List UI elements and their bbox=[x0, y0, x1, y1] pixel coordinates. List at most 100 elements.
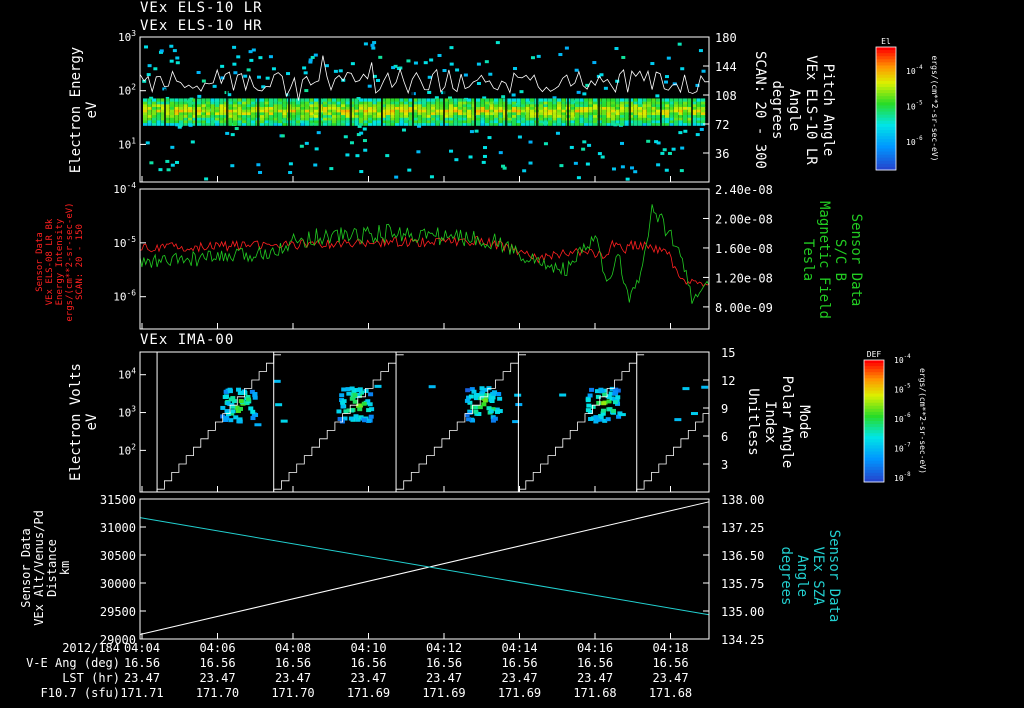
els-pixel bbox=[501, 164, 506, 168]
els-colorbar-swatch bbox=[876, 68, 896, 73]
els-pixel bbox=[507, 98, 512, 102]
dist-y-tick-label: 31000 bbox=[100, 521, 136, 535]
els-pixel bbox=[343, 135, 348, 139]
els-pixel bbox=[258, 56, 263, 60]
ima-pixel bbox=[273, 379, 281, 383]
ima-colorbar-tick: 10-5 bbox=[894, 384, 911, 395]
els-pixel bbox=[574, 68, 579, 72]
els-pixel bbox=[251, 48, 256, 52]
ima-colorbar-swatch bbox=[864, 469, 884, 474]
ima-pixel bbox=[610, 408, 616, 413]
ima-pixel bbox=[340, 400, 346, 405]
els-pixel bbox=[449, 98, 454, 102]
els-pixel bbox=[210, 98, 215, 102]
ima-pixel bbox=[468, 394, 474, 399]
els-colorbar-swatch bbox=[876, 130, 896, 134]
els-pixel bbox=[677, 42, 682, 46]
els-pixel bbox=[476, 62, 481, 66]
ima-pixel bbox=[352, 393, 358, 398]
sza-line bbox=[139, 517, 710, 616]
ima-pixel bbox=[596, 400, 602, 405]
ts-y-tick-label: 10-5 bbox=[113, 235, 136, 250]
els-pixel bbox=[265, 76, 270, 80]
els-pixel bbox=[458, 98, 463, 102]
ts-left-label-line: SCAN: 20 - 150 bbox=[75, 224, 85, 300]
els-pixel bbox=[642, 98, 647, 102]
els-pixel bbox=[646, 139, 651, 143]
lst-value: 23.47 bbox=[652, 671, 688, 685]
els-pixel bbox=[143, 98, 148, 102]
els-pixel bbox=[437, 53, 442, 57]
els-pixel bbox=[603, 86, 608, 90]
els-pixel bbox=[175, 61, 180, 65]
ima-colorbar-swatch bbox=[864, 421, 884, 425]
time-label: 04:04 bbox=[124, 641, 160, 655]
ima-pixel bbox=[227, 387, 233, 392]
els-pixel bbox=[449, 62, 454, 66]
els-pixel bbox=[309, 98, 314, 102]
els-right-label-line: degrees bbox=[769, 80, 785, 139]
els-pixel bbox=[367, 84, 372, 88]
ima-left-label-unit: eV bbox=[84, 413, 100, 430]
els-pixel bbox=[678, 131, 683, 135]
ima-pixel bbox=[246, 397, 252, 402]
els-pixel bbox=[495, 41, 500, 45]
ima-colorbar-swatch bbox=[864, 445, 884, 449]
els-pixel bbox=[300, 98, 305, 102]
els-pixel bbox=[655, 94, 660, 98]
els-pixel bbox=[699, 127, 704, 131]
ima-pixel bbox=[682, 387, 690, 391]
ima-right-label-line: Unitless bbox=[745, 388, 761, 455]
els-pixel bbox=[165, 98, 170, 102]
els-colorbar-swatch bbox=[876, 83, 896, 88]
dist-right-label-line: VEx SZA bbox=[810, 546, 826, 606]
ima-pixel bbox=[349, 386, 355, 391]
els-colorbar-swatch bbox=[876, 151, 896, 156]
els-pixel bbox=[197, 98, 202, 102]
els-pixel bbox=[587, 143, 592, 147]
els-pixel bbox=[375, 78, 380, 82]
els-pixel bbox=[455, 68, 460, 72]
ima-pixel bbox=[348, 416, 354, 421]
ima-pixel bbox=[357, 407, 363, 412]
lst-value: 23.47 bbox=[577, 671, 613, 685]
els-pixel bbox=[258, 170, 263, 174]
ima-colorbar-swatch bbox=[864, 457, 884, 462]
ima-pixel bbox=[600, 408, 606, 413]
els-pixel bbox=[236, 55, 241, 59]
els-colorbar-swatch bbox=[876, 80, 896, 85]
els-colorbar-swatch bbox=[876, 139, 896, 143]
els-pixel bbox=[282, 98, 287, 102]
els-colorbar-swatch bbox=[876, 157, 896, 162]
ts-right-tick-label: 1.20e-08 bbox=[715, 271, 773, 285]
els-colorbar-swatch bbox=[876, 59, 896, 63]
els-pixel bbox=[669, 98, 674, 102]
ima-colorbar-swatch bbox=[864, 427, 884, 431]
els-pixel bbox=[696, 98, 701, 102]
els-pixel bbox=[522, 169, 527, 173]
els-pixel bbox=[153, 67, 158, 71]
els-pixel bbox=[368, 98, 373, 102]
ima-pixel bbox=[252, 391, 258, 396]
els-pixel bbox=[302, 66, 307, 70]
els-pixel bbox=[606, 98, 611, 102]
els-pixel bbox=[269, 98, 274, 102]
ima-pixel bbox=[222, 394, 228, 399]
els-pixel bbox=[585, 162, 590, 166]
els-pixel bbox=[401, 128, 406, 132]
ima-colorbar-swatch bbox=[864, 405, 884, 410]
els-pixel bbox=[237, 98, 242, 102]
els-colorbar-swatch bbox=[876, 154, 896, 159]
ima-pixel bbox=[363, 388, 369, 393]
ephemeris-row-label: V-E Ang (deg) bbox=[26, 656, 120, 670]
els-left-label: Electron Energy bbox=[68, 47, 84, 173]
ima-pixel bbox=[601, 401, 607, 406]
els-pixel bbox=[462, 98, 467, 102]
ima-pixel bbox=[464, 398, 470, 403]
els-pixel bbox=[519, 90, 524, 94]
els-pixel bbox=[548, 98, 553, 102]
ima-panel-frame bbox=[139, 351, 710, 493]
els-pixel bbox=[516, 98, 521, 102]
els-pixel bbox=[333, 69, 338, 73]
ts-right-tick-label: 2.40e-08 bbox=[715, 183, 773, 197]
